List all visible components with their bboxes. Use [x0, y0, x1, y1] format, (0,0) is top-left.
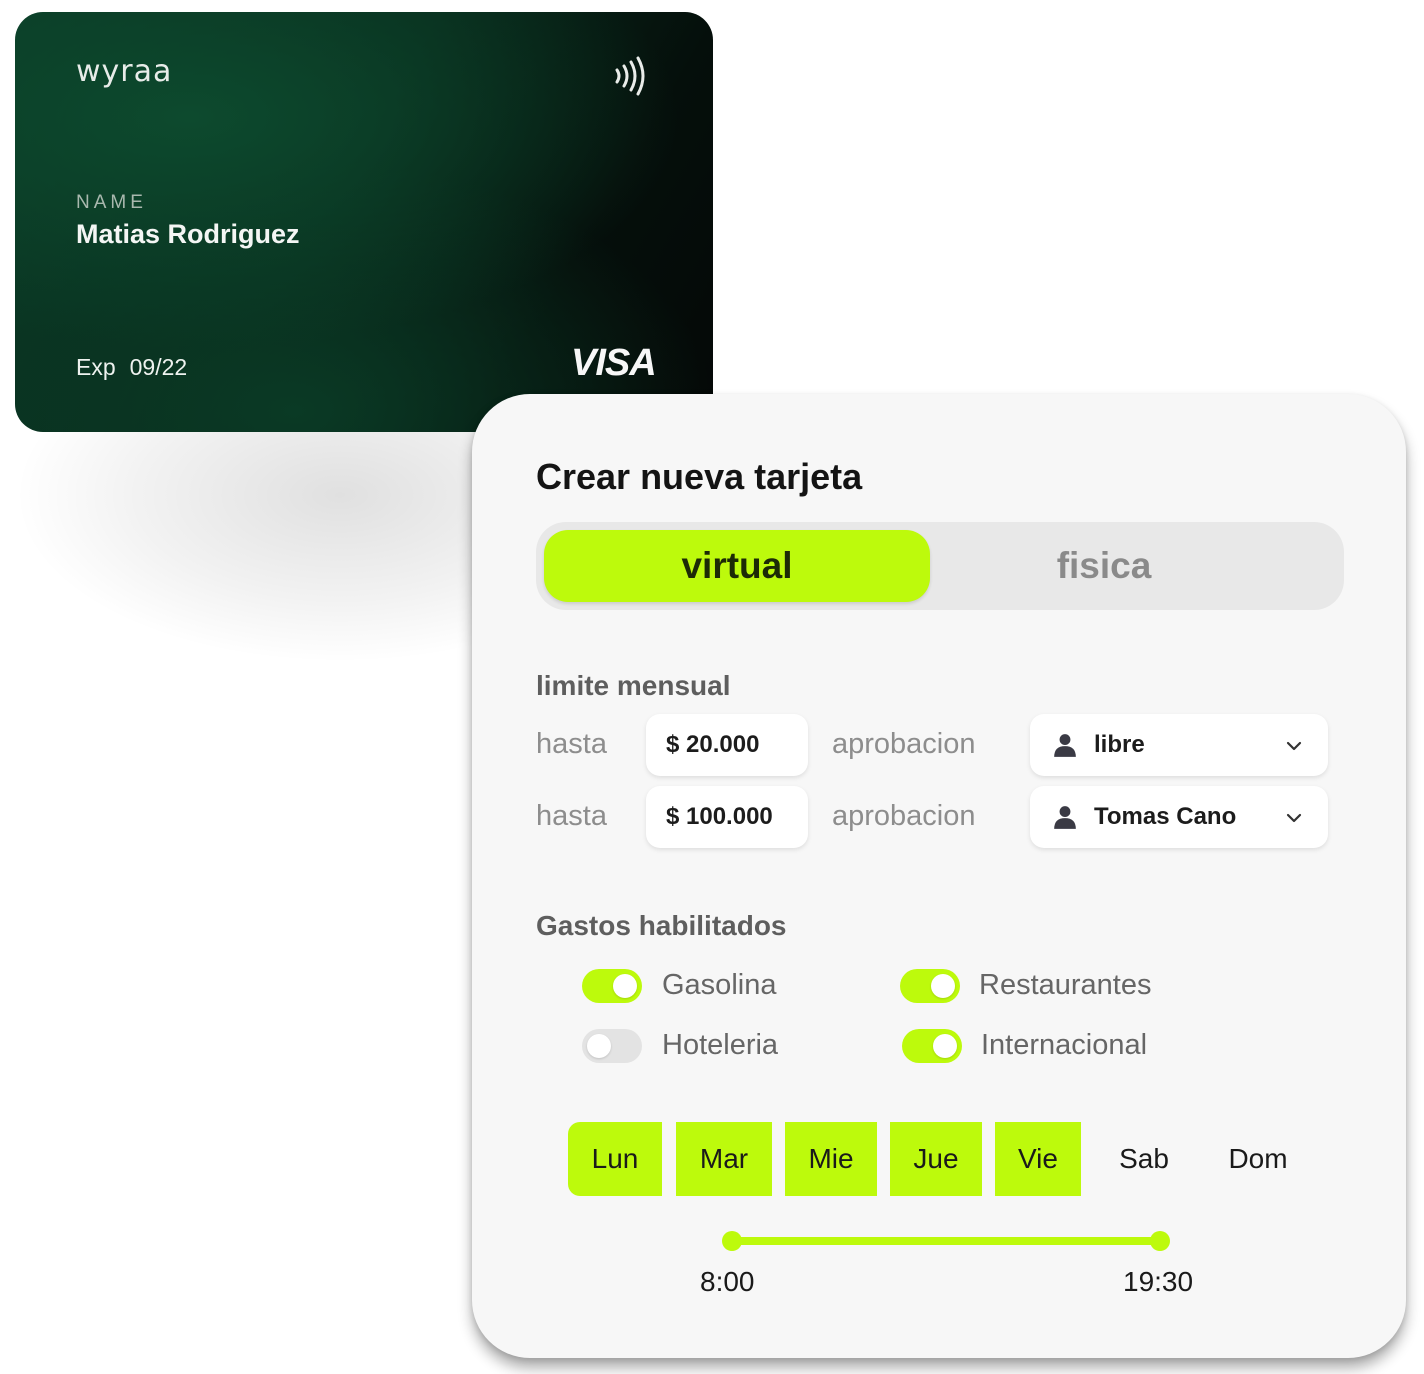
time-range-end-label: 19:30	[1123, 1266, 1194, 1297]
day-sab[interactable]: Sab	[1098, 1122, 1190, 1196]
tab-virtual[interactable]: virtual	[544, 530, 930, 602]
card-name-label: NAME	[76, 192, 147, 213]
chevron-down-icon	[1286, 741, 1302, 751]
approver-value: libre	[1094, 731, 1145, 758]
card-network-logo: VISA	[571, 342, 657, 384]
toggle-knob	[613, 974, 637, 998]
approval-label: aprobacion	[832, 800, 976, 832]
day-dom[interactable]: Dom	[1210, 1122, 1306, 1196]
limit-amount-input[interactable]: $ 20.000	[646, 714, 808, 776]
day-vie[interactable]: Vie	[995, 1122, 1081, 1196]
user-icon	[1054, 806, 1076, 829]
time-range-track	[730, 1237, 1160, 1245]
approver-value: Tomas Cano	[1094, 803, 1237, 830]
create-card-panel: Crear nueva tarjeta virtual fisica limit…	[472, 394, 1406, 1358]
day-lun[interactable]: Lun	[568, 1122, 662, 1196]
approver-select[interactable]: Tomas Cano	[1030, 786, 1328, 848]
expense-label-internacional: Internacional	[981, 1029, 1148, 1061]
time-range-start-label: 8:00	[700, 1266, 755, 1297]
limit-prefix: hasta	[536, 728, 607, 760]
card-exp-value: 09/22	[129, 354, 188, 380]
toggle-hoteleria[interactable]	[582, 1029, 642, 1063]
credit-card: wyraa NAME Matias Rodriguez Exp 09/22 VIS…	[15, 12, 713, 432]
limit-prefix: hasta	[536, 800, 607, 832]
card-type-toggle: virtual fisica	[536, 522, 1344, 610]
contactless-icon	[615, 56, 645, 96]
toggle-knob	[587, 1034, 611, 1058]
approver-select[interactable]: libre	[1030, 714, 1328, 776]
limit-amount-input[interactable]: $ 100.000	[646, 786, 808, 848]
limit-section-label: limite mensual	[536, 670, 731, 701]
card-exp-label: Exp	[76, 354, 116, 380]
time-range-start-handle[interactable]	[722, 1231, 742, 1251]
card-brand-logo: wyraa	[76, 54, 173, 89]
toggle-knob	[931, 974, 955, 998]
day-jue[interactable]: Jue	[890, 1122, 982, 1196]
panel-title: Crear nueva tarjeta	[536, 456, 863, 497]
toggle-knob	[933, 1034, 957, 1058]
expense-label-restaurantes: Restaurantes	[979, 969, 1152, 1001]
day-mar[interactable]: Mar	[676, 1122, 772, 1196]
tab-fisica[interactable]: fisica	[1006, 530, 1202, 602]
chevron-down-icon	[1286, 813, 1302, 823]
approval-label: aprobacion	[832, 728, 976, 760]
time-range-end-handle[interactable]	[1150, 1231, 1170, 1251]
toggle-internacional[interactable]	[902, 1029, 962, 1063]
user-icon	[1054, 734, 1076, 757]
card-expiry: Exp 09/22	[76, 354, 187, 381]
expense-label-hoteleria: Hoteleria	[662, 1029, 779, 1061]
toggle-restaurantes[interactable]	[900, 969, 960, 1003]
card-holder-name: Matias Rodriguez	[76, 219, 300, 249]
toggle-gasolina[interactable]	[582, 969, 642, 1003]
expense-label-gasolina: Gasolina	[662, 969, 777, 1001]
day-mie[interactable]: Mie	[785, 1122, 877, 1196]
expenses-section-label: Gastos habilitados	[536, 910, 787, 941]
